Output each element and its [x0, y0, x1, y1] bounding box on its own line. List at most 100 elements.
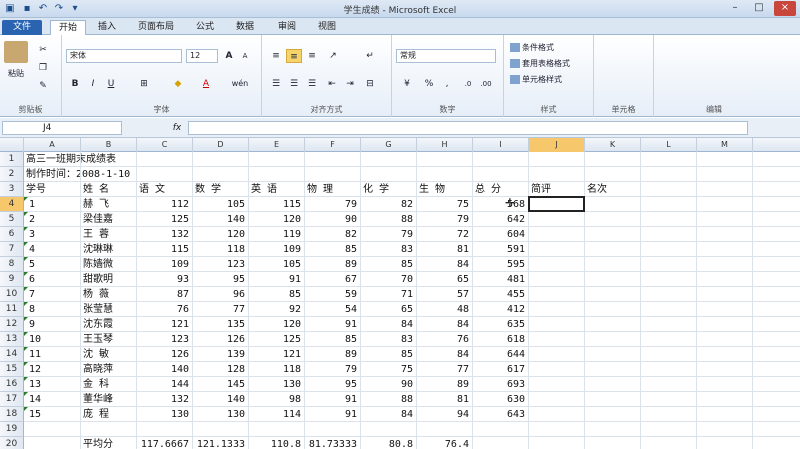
cell-e4[interactable]: 115	[251, 197, 304, 212]
cell-i15[interactable]: 617	[475, 362, 528, 377]
cell-e20[interactable]: 110.8	[251, 437, 304, 449]
cell-b6[interactable]: 王 蓉	[83, 227, 136, 242]
row-header-6[interactable]: 6	[0, 227, 24, 242]
cell-k3[interactable]: 名次	[587, 182, 640, 197]
cell-g15[interactable]: 75	[363, 362, 416, 377]
cell-a13[interactable]: 10	[24, 332, 80, 347]
tab-insert[interactable]: 插入	[90, 20, 124, 35]
format-painter-icon[interactable]: ✎	[36, 79, 50, 93]
cell-d6[interactable]: 120	[195, 227, 248, 242]
comma-button[interactable]: ,	[440, 77, 454, 91]
row-header-10[interactable]: 10	[0, 287, 24, 302]
cell-f14[interactable]: 89	[307, 347, 360, 362]
cell-g20[interactable]: 80.8	[363, 437, 416, 449]
cell-h7[interactable]: 81	[419, 242, 472, 257]
cell-e15[interactable]: 118	[251, 362, 304, 377]
cell-f20[interactable]: 81.73333	[307, 437, 360, 449]
cell-e3[interactable]: 英 语	[251, 182, 304, 197]
tab-file[interactable]: 文件	[2, 20, 42, 35]
cell-f6[interactable]: 82	[307, 227, 360, 242]
cell-h10[interactable]: 57	[419, 287, 472, 302]
cell-styles-button[interactable]: 单元格样式	[510, 75, 562, 85]
cell-b3[interactable]: 姓 名	[83, 182, 136, 197]
font-color-icon[interactable]: A	[198, 77, 214, 91]
cell-e9[interactable]: 91	[251, 272, 304, 287]
cell-d14[interactable]: 139	[195, 347, 248, 362]
cell-g17[interactable]: 88	[363, 392, 416, 407]
font-size-select[interactable]: 12	[186, 49, 218, 63]
cell-c5[interactable]: 125	[139, 212, 192, 227]
cell-e6[interactable]: 119	[251, 227, 304, 242]
column-header-l[interactable]: L	[641, 138, 697, 152]
phonetic-button[interactable]: wén	[230, 77, 250, 91]
cell-a3[interactable]: 学号	[26, 182, 80, 197]
column-header-b[interactable]: B	[81, 138, 137, 152]
minimize-icon[interactable]: –	[724, 1, 746, 16]
cell-b13[interactable]: 王玉琴	[83, 332, 136, 347]
conditional-formatting-button[interactable]: 条件格式	[510, 43, 554, 53]
cell-g11[interactable]: 65	[363, 302, 416, 317]
cell-g16[interactable]: 90	[363, 377, 416, 392]
cell-b4[interactable]: 赫 飞	[83, 197, 136, 212]
column-header-d[interactable]: D	[193, 138, 249, 152]
cell-c10[interactable]: 87	[139, 287, 192, 302]
close-icon[interactable]: ×	[774, 1, 796, 16]
cell-c3[interactable]: 语 文	[139, 182, 192, 197]
cell-a10[interactable]: 7	[24, 287, 80, 302]
row-header-18[interactable]: 18	[0, 407, 24, 422]
cell-c4[interactable]: 112	[139, 197, 192, 212]
row-header-17[interactable]: 17	[0, 392, 24, 407]
column-header-j[interactable]: J	[529, 138, 585, 152]
merge-center-icon[interactable]: ⊟	[362, 77, 378, 91]
tab-view[interactable]: 视图	[310, 20, 344, 35]
cell-h16[interactable]: 89	[419, 377, 472, 392]
bold-button[interactable]: B	[68, 77, 82, 91]
row-header-9[interactable]: 9	[0, 272, 24, 287]
cell-b9[interactable]: 甜歌明	[83, 272, 136, 287]
cell-a16[interactable]: 13	[24, 377, 80, 392]
decrease-decimal-icon[interactable]: .00	[478, 77, 494, 91]
cell-a6[interactable]: 3	[24, 227, 80, 242]
orientation-icon[interactable]: ↗	[324, 49, 342, 63]
row-header-8[interactable]: 8	[0, 257, 24, 272]
copy-icon[interactable]: ❐	[36, 61, 50, 75]
cell-a8[interactable]: 5	[24, 257, 80, 272]
cell-i3[interactable]: 总 分	[475, 182, 528, 197]
tab-formulas[interactable]: 公式	[188, 20, 222, 35]
maximize-icon[interactable]: □	[748, 1, 770, 16]
shrink-font-button[interactable]: A	[238, 49, 252, 63]
cell-g10[interactable]: 71	[363, 287, 416, 302]
cell-d4[interactable]: 105	[195, 197, 248, 212]
row-header-4[interactable]: 4	[0, 197, 24, 212]
cell-e7[interactable]: 109	[251, 242, 304, 257]
cell-g7[interactable]: 83	[363, 242, 416, 257]
cell-i13[interactable]: 618	[475, 332, 528, 347]
cell-d12[interactable]: 135	[195, 317, 248, 332]
tab-page-layout[interactable]: 页面布局	[130, 20, 182, 35]
cell-g13[interactable]: 83	[363, 332, 416, 347]
cell-d7[interactable]: 118	[195, 242, 248, 257]
column-header-m[interactable]: M	[697, 138, 753, 152]
accounting-format-icon[interactable]: ¥	[398, 77, 416, 91]
percent-button[interactable]: %	[422, 77, 436, 91]
cell-g14[interactable]: 85	[363, 347, 416, 362]
row-header-11[interactable]: 11	[0, 302, 24, 317]
column-header-k[interactable]: K	[585, 138, 641, 152]
column-header-c[interactable]: C	[137, 138, 193, 152]
cell-f13[interactable]: 85	[307, 332, 360, 347]
cell-h17[interactable]: 81	[419, 392, 472, 407]
cell-h20[interactable]: 76.4	[419, 437, 472, 449]
increase-indent-icon[interactable]: ⇥	[342, 77, 358, 91]
cell-g18[interactable]: 84	[363, 407, 416, 422]
cell-c18[interactable]: 130	[139, 407, 192, 422]
cell-g8[interactable]: 85	[363, 257, 416, 272]
increase-decimal-icon[interactable]: .0	[460, 77, 476, 91]
font-name-select[interactable]: 宋体	[66, 49, 182, 63]
cell-c9[interactable]: 93	[139, 272, 192, 287]
row-header-15[interactable]: 15	[0, 362, 24, 377]
cell-i5[interactable]: 642	[475, 212, 528, 227]
cell-c15[interactable]: 140	[139, 362, 192, 377]
cell-f17[interactable]: 91	[307, 392, 360, 407]
fill-color-icon[interactable]: ◆	[170, 77, 186, 91]
cell-i7[interactable]: 591	[475, 242, 528, 257]
